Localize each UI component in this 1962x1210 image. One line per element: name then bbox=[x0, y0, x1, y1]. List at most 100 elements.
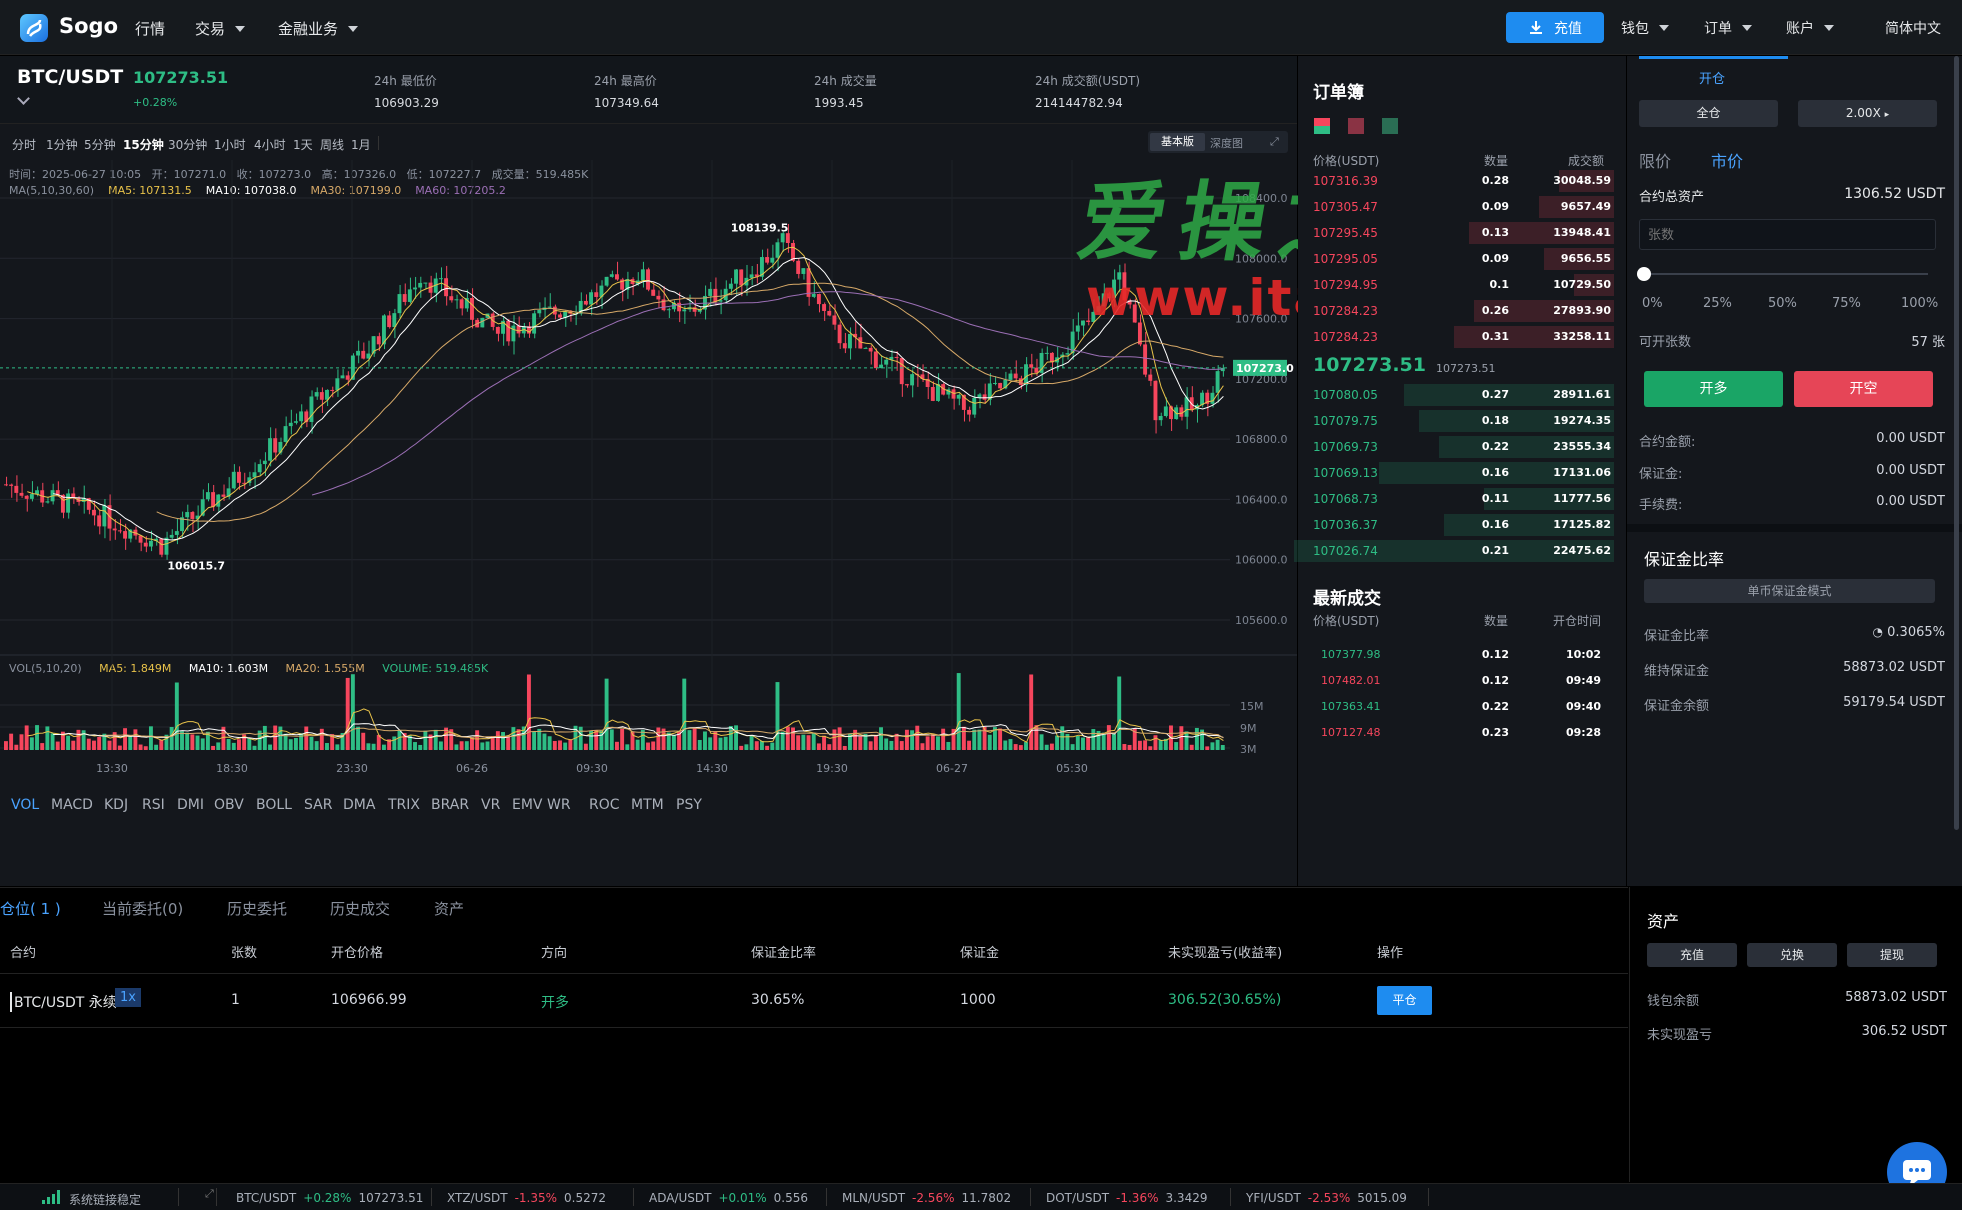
assets-deposit-button[interactable]: 充值 bbox=[1647, 943, 1737, 967]
timeframe-3[interactable]: 15分钟 bbox=[123, 136, 164, 153]
slider-mark-0[interactable]: 0% bbox=[1642, 296, 1663, 311]
layout-both-icon[interactable] bbox=[1314, 118, 1330, 134]
fullscreen-icon[interactable]: ⤢ bbox=[1270, 135, 1279, 149]
candle-body bbox=[418, 282, 423, 288]
volume-bar bbox=[169, 726, 174, 750]
timeframe-1[interactable]: 1分钟 bbox=[46, 136, 78, 153]
slider-mark-50[interactable]: 50% bbox=[1768, 296, 1797, 311]
nav-wallet[interactable]: 钱包 bbox=[1621, 18, 1669, 38]
deposit-button[interactable]: 充值 bbox=[1506, 12, 1604, 43]
ask-row[interactable]: 107284.23 0.31 33258.11 bbox=[1298, 324, 1626, 350]
indicator-obv[interactable]: OBV bbox=[214, 797, 244, 813]
assets-withdraw-button[interactable]: 提现 bbox=[1847, 943, 1937, 967]
nav-orders[interactable]: 订单 bbox=[1704, 18, 1752, 38]
indicator-kdj[interactable]: KDJ bbox=[104, 797, 128, 813]
timeframe-8[interactable]: 周线 bbox=[320, 136, 344, 153]
volume-bar bbox=[423, 730, 428, 750]
nav-markets[interactable]: 行情 bbox=[135, 18, 165, 39]
bid-row[interactable]: 107068.73 0.11 11777.56 bbox=[1298, 486, 1626, 512]
brand-logo-icon[interactable] bbox=[20, 14, 48, 42]
indicator-rsi[interactable]: RSI bbox=[142, 797, 165, 813]
volume-bar bbox=[1081, 737, 1085, 750]
tab-basic[interactable]: 基本版 bbox=[1150, 133, 1205, 151]
status-ticker[interactable]: BTC/USDT +0.28% 107273.51 bbox=[216, 1188, 423, 1206]
open-long-button[interactable]: 开多 bbox=[1644, 371, 1783, 407]
assets-exchange-button[interactable]: 兑换 bbox=[1747, 943, 1837, 967]
position-tab-0[interactable]: 仓位( 1 ) bbox=[0, 898, 61, 919]
position-tab-2[interactable]: 历史委托 bbox=[227, 898, 287, 919]
indicator-macd[interactable]: MACD bbox=[51, 797, 93, 813]
status-ticker[interactable]: XTZ/USDT -1.35% 0.5272 bbox=[431, 1188, 606, 1206]
language-selector[interactable]: 简体中文 bbox=[1885, 18, 1941, 38]
indicator-mtm[interactable]: MTM bbox=[631, 797, 664, 813]
status-ticker[interactable]: YFI/USDT -2.53% 5015.09 bbox=[1230, 1188, 1407, 1206]
tab-open[interactable] bbox=[1639, 56, 1788, 59]
indicator-trix[interactable]: TRIX bbox=[388, 797, 420, 813]
indicator-boll[interactable]: BOLL bbox=[256, 797, 292, 813]
timeframe-9[interactable]: 1月 bbox=[351, 136, 371, 153]
position-tab-1[interactable]: 当前委托(0) bbox=[102, 898, 183, 919]
ask-row[interactable]: 107284.23 0.26 27893.90 bbox=[1298, 298, 1626, 324]
indicator-sar[interactable]: SAR bbox=[304, 797, 332, 813]
timeframe-0[interactable]: 分时 bbox=[12, 136, 36, 153]
timeframe-5[interactable]: 1小时 bbox=[214, 136, 246, 153]
qty-input[interactable] bbox=[1639, 219, 1936, 250]
indicator-dmi[interactable]: DMI bbox=[177, 797, 204, 813]
status-ticker[interactable]: DOT/USDT -1.36% 3.3429 bbox=[1030, 1188, 1207, 1206]
ask-row[interactable]: 107294.95 0.1 10729.50 bbox=[1298, 272, 1626, 298]
timeframe-6[interactable]: 4小时 bbox=[254, 136, 286, 153]
slider-knob[interactable] bbox=[1637, 267, 1651, 281]
close-position-button[interactable]: 平仓 bbox=[1377, 986, 1432, 1015]
indicator-dma[interactable]: DMA bbox=[343, 797, 375, 813]
brand-name[interactable]: Sogo bbox=[59, 14, 118, 38]
status-ticker[interactable]: MLN/USDT -2.56% 11.7802 bbox=[826, 1188, 1011, 1206]
position-tab-4[interactable]: 资产 bbox=[434, 898, 464, 919]
indicator-wr[interactable]: WR bbox=[547, 797, 571, 813]
margin-mode-badge[interactable]: 单币保证金模式 bbox=[1644, 579, 1935, 603]
nav-account[interactable]: 账户 bbox=[1786, 18, 1834, 38]
bid-row[interactable]: 107026.74 0.21 22475.62 bbox=[1294, 538, 1626, 564]
timeframe-7[interactable]: 1天 bbox=[293, 136, 313, 153]
bid-row[interactable]: 107069.73 0.22 23555.34 bbox=[1298, 434, 1626, 460]
position-tab-3[interactable]: 历史成交 bbox=[330, 898, 390, 919]
indicator-vr[interactable]: VR bbox=[481, 797, 500, 813]
timeframe-4[interactable]: 30分钟 bbox=[168, 136, 207, 153]
slider-mark-75[interactable]: 75% bbox=[1832, 296, 1861, 311]
tab-limit[interactable]: 限价 bbox=[1639, 148, 1671, 172]
bid-row[interactable]: 107036.37 0.16 17125.82 bbox=[1298, 512, 1626, 538]
tab-depth[interactable]: 深度图 bbox=[1210, 135, 1243, 151]
tab-market[interactable]: 市价 bbox=[1711, 148, 1743, 172]
chevron-down-icon[interactable] bbox=[17, 92, 30, 105]
tab-open-label[interactable]: 开仓 bbox=[1699, 68, 1725, 87]
nav-finance[interactable]: 金融业务 bbox=[278, 18, 359, 39]
indicator-brar[interactable]: BRAR bbox=[431, 797, 469, 813]
ask-row[interactable]: 107305.47 0.09 9657.49 bbox=[1298, 194, 1626, 220]
ask-row[interactable]: 107316.39 0.28 30048.59 bbox=[1298, 168, 1626, 194]
status-ticker[interactable]: ADA/USDT +0.01% 0.556 bbox=[633, 1188, 808, 1206]
ask-row[interactable]: 107295.05 0.09 9656.55 bbox=[1298, 246, 1626, 272]
volume-bar bbox=[133, 729, 138, 750]
indicator-psy[interactable]: PSY bbox=[676, 797, 702, 813]
timeframe-2[interactable]: 5分钟 bbox=[84, 136, 116, 153]
scrollbar[interactable] bbox=[1954, 56, 1959, 830]
pair-name[interactable]: BTC/USDT bbox=[17, 66, 123, 88]
layout-bids-icon[interactable] bbox=[1348, 118, 1364, 134]
slider-mark-100[interactable]: 100% bbox=[1901, 296, 1938, 311]
bid-row[interactable]: 107079.75 0.18 19274.35 bbox=[1298, 408, 1626, 434]
open-short-button[interactable]: 开空 bbox=[1794, 371, 1933, 407]
pos-contract[interactable]: BTC/USDT 永续 bbox=[10, 992, 117, 1012]
bid-row[interactable]: 107080.05 0.27 28911.61 bbox=[1298, 382, 1626, 408]
indicator-vol[interactable]: VOL bbox=[11, 797, 39, 813]
indicator-emv[interactable]: EMV bbox=[512, 797, 543, 813]
layout-asks-icon[interactable] bbox=[1382, 118, 1398, 134]
nav-trade[interactable]: 交易 bbox=[195, 18, 246, 39]
leverage-button[interactable]: 2.00X ▸ bbox=[1798, 100, 1937, 127]
slider-mark-25[interactable]: 25% bbox=[1703, 296, 1732, 311]
pin-icon[interactable]: ⤢ bbox=[205, 1187, 214, 1201]
margin-mode-button[interactable]: 全仓 bbox=[1639, 100, 1778, 127]
candlestick-chart[interactable]: 108400.0108000.0107600.0107200.0106800.0… bbox=[0, 160, 1297, 792]
ask-row[interactable]: 107295.45 0.13 13948.41 bbox=[1298, 220, 1626, 246]
indicator-roc[interactable]: ROC bbox=[589, 797, 620, 813]
qty-slider[interactable] bbox=[1637, 267, 1928, 281]
bid-row[interactable]: 107069.13 0.16 17131.06 bbox=[1298, 460, 1626, 486]
